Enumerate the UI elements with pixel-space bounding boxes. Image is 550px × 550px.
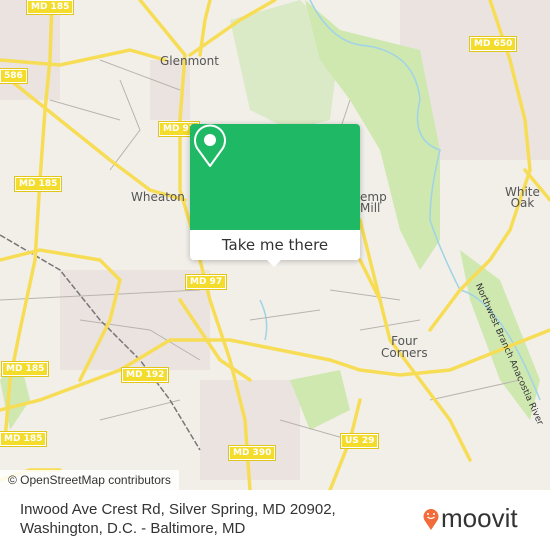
- map-view[interactable]: Glenmont Wheaton emp Mill White Oak Four…: [0, 0, 550, 490]
- popup-header: [190, 124, 360, 230]
- residential-area: [200, 380, 300, 480]
- route-shield: MD 650: [468, 36, 518, 52]
- take-me-there-button[interactable]: Take me there: [190, 230, 360, 260]
- map-attribution[interactable]: © OpenStreetMap contributors: [0, 470, 179, 490]
- stream: [259, 299, 268, 341]
- moovit-pin-icon: [423, 508, 439, 530]
- place-label-white-oak: White Oak: [505, 185, 540, 210]
- place-label-wheaton: Wheaton: [131, 190, 185, 204]
- place-label-four-corners: Four Corners: [381, 334, 428, 360]
- route-shield: MD 185: [13, 176, 63, 192]
- footer: Inwood Ave Crest Rd, Silver Spring, MD 2…: [0, 490, 550, 550]
- route-shield: MD 97: [184, 274, 228, 290]
- route-shield: US 29: [339, 433, 380, 449]
- map-pin-icon: [194, 124, 226, 167]
- address-line-2: Washington, D.C. - Baltimore, MD: [20, 520, 246, 537]
- route-shield: MD 185: [25, 0, 75, 15]
- route-shield: MD 390: [227, 445, 277, 461]
- address: Inwood Ave Crest Rd, Silver Spring, MD 2…: [20, 500, 336, 538]
- moovit-wordmark: moovit: [441, 503, 518, 533]
- place-label-glenmont: Glenmont: [160, 54, 219, 68]
- location-popup: Take me there: [190, 124, 360, 260]
- place-label-kemp-mill: emp Mill: [360, 190, 387, 215]
- popup-pointer: [266, 259, 282, 267]
- route-shield: 586: [0, 68, 28, 84]
- address-line-1: Inwood Ave Crest Rd, Silver Spring, MD 2…: [20, 501, 336, 518]
- moovit-logo[interactable]: moovit: [423, 503, 518, 534]
- route-shield: MD 185: [0, 431, 48, 447]
- route-shield: MD 192: [120, 367, 170, 383]
- route-shield: MD 185: [0, 361, 50, 377]
